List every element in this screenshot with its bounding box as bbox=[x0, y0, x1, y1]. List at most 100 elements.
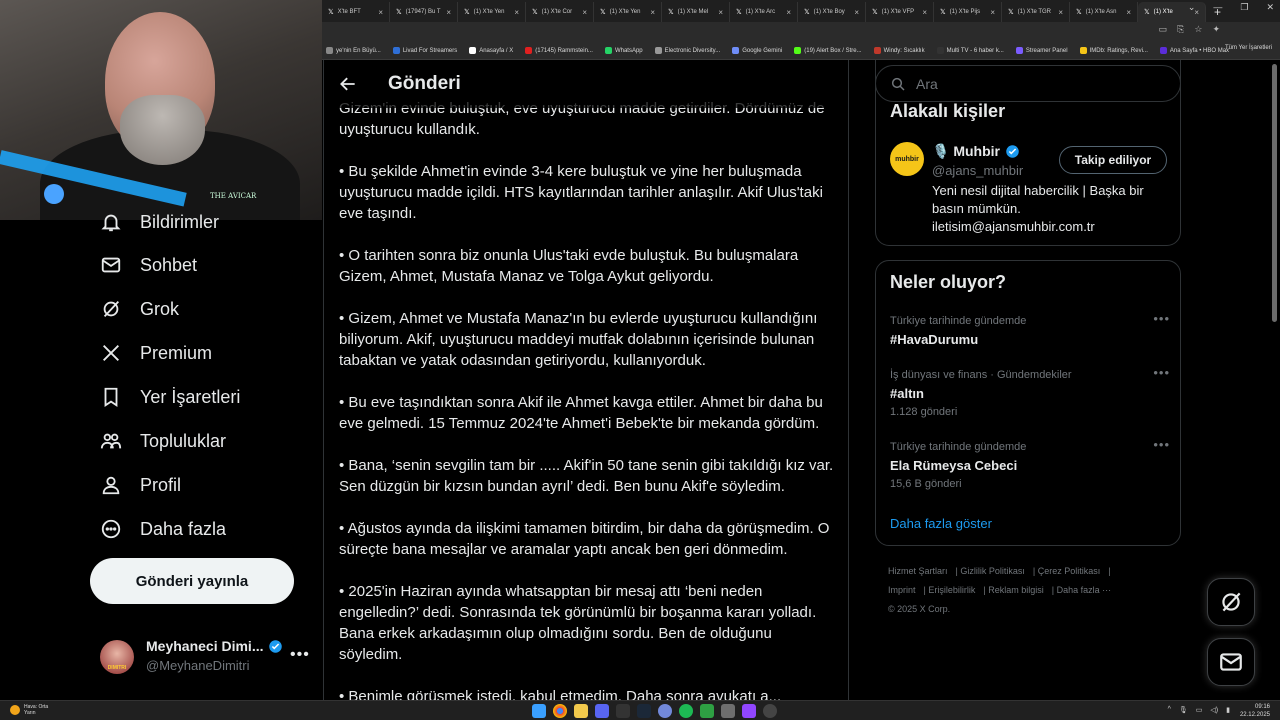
nav-item-grok[interactable]: Grok bbox=[100, 295, 179, 323]
tab-close-icon[interactable]: × bbox=[378, 8, 383, 17]
share-icon[interactable]: ⎘ bbox=[1177, 24, 1184, 35]
related-name-row[interactable]: 🎙️ Muhbir bbox=[932, 143, 1020, 160]
star-icon[interactable]: ☆ bbox=[1194, 24, 1202, 35]
more-dots-icon[interactable]: ••• bbox=[1153, 365, 1170, 380]
browser-tab[interactable]: 𝕏 (1) X'te Cor × bbox=[526, 2, 594, 22]
tab-close-icon[interactable]: × bbox=[1126, 8, 1131, 17]
trend-item[interactable]: İş dünyası ve finans · Gündemdekiler #al… bbox=[890, 365, 1170, 418]
nav-item-chat[interactable]: Sohbet bbox=[100, 251, 197, 279]
tab-close-icon[interactable]: × bbox=[922, 8, 927, 17]
messages-fab-button[interactable] bbox=[1207, 638, 1255, 686]
network-icon[interactable]: ▭ bbox=[1196, 706, 1203, 714]
volume-icon[interactable]: ◁) bbox=[1210, 706, 1218, 714]
footer-link[interactable]: Daha fazla ··· bbox=[1057, 585, 1112, 595]
nav-item-profile[interactable]: Profil bbox=[100, 471, 181, 499]
nav-item-more[interactable]: Daha fazla bbox=[100, 515, 226, 543]
browser-tab[interactable]: 𝕏 (1) X'te Yen × bbox=[458, 2, 526, 22]
close-icon[interactable]: ✕ bbox=[1266, 2, 1274, 13]
browser-tab[interactable]: 𝕏 (1) X'te VFP × bbox=[866, 2, 934, 22]
nav-item-premium[interactable]: Premium bbox=[100, 339, 212, 367]
nav-item-notifications[interactable]: Bildirimler bbox=[100, 208, 219, 236]
bookmark-item[interactable]: Multi TV - 6 haber k... bbox=[936, 47, 1004, 54]
tab-close-icon[interactable]: × bbox=[990, 8, 995, 17]
footer-link[interactable]: Çerez Politikası bbox=[1038, 566, 1101, 576]
tab-close-icon[interactable]: × bbox=[1058, 8, 1063, 17]
show-more-link[interactable]: Daha fazla göster bbox=[890, 516, 992, 531]
bookmark-item[interactable]: ye'nin En Büyü... bbox=[326, 47, 381, 54]
bookmark-item[interactable]: (19) Alert Box / Stre... bbox=[794, 47, 862, 54]
epic-icon[interactable] bbox=[616, 704, 630, 718]
weather-sub: Yarın bbox=[24, 710, 36, 716]
nav-item-communities[interactable]: Topluluklar bbox=[100, 427, 226, 455]
all-bookmarks[interactable]: Tüm Yer İşaretleri bbox=[1225, 45, 1272, 51]
cast-icon[interactable]: ▭ bbox=[1159, 24, 1168, 35]
footer-link[interactable]: Erişilebilirlik bbox=[928, 585, 975, 595]
browser-tab[interactable]: 𝕏 (1) X'te Yen × bbox=[594, 2, 662, 22]
extension-icon[interactable]: ✦ bbox=[1212, 24, 1220, 35]
trend-item[interactable]: Türkiye tarihinde gündemde Ela Rümeysa C… bbox=[890, 437, 1170, 490]
more-dots-icon[interactable]: ••• bbox=[1153, 311, 1170, 326]
date: 22.12.2025 bbox=[1239, 712, 1270, 718]
browser-tab[interactable]: 𝕏 (17947) Bu T × bbox=[390, 2, 458, 22]
footer-link[interactable]: Gizlilik Politikası bbox=[960, 566, 1025, 576]
chrome-icon[interactable] bbox=[553, 704, 567, 718]
browser-tab[interactable]: 𝕏 (1) X'te Pijs × bbox=[934, 2, 1002, 22]
weather-widget[interactable]: Hava: Orta Yarın bbox=[10, 704, 48, 716]
app-icon[interactable] bbox=[700, 704, 714, 718]
tab-close-icon[interactable]: × bbox=[854, 8, 859, 17]
browser-tab[interactable]: 𝕏 (1) X'te Mel × bbox=[662, 2, 730, 22]
tab-close-icon[interactable]: × bbox=[650, 8, 655, 17]
bookmark-item[interactable]: Livad For Streamers bbox=[392, 47, 457, 54]
maximize-icon[interactable]: ❐ bbox=[1240, 2, 1248, 13]
tab-close-icon[interactable]: × bbox=[446, 8, 451, 17]
tab-close-icon[interactable]: × bbox=[786, 8, 791, 17]
tab-close-icon[interactable]: × bbox=[718, 8, 723, 17]
browser-tab[interactable]: 𝕏 (1) X'te Boy × bbox=[798, 2, 866, 22]
explorer-icon[interactable] bbox=[574, 704, 588, 718]
bookmark-item[interactable]: WhatsApp bbox=[604, 47, 643, 54]
nav-item-bookmarks[interactable]: Yer İşaretleri bbox=[100, 383, 240, 411]
app-icon[interactable] bbox=[742, 704, 756, 718]
more-dots-icon[interactable]: ••• bbox=[290, 646, 310, 664]
scrollbar-thumb[interactable] bbox=[1272, 64, 1277, 322]
grok-fab-button[interactable] bbox=[1207, 578, 1255, 626]
app-icon[interactable] bbox=[721, 704, 735, 718]
obs-icon[interactable] bbox=[763, 704, 777, 718]
post-button[interactable]: Gönderi yayınla bbox=[90, 558, 294, 604]
browser-tab[interactable]: 𝕏 (1) X'te Arc × bbox=[730, 2, 798, 22]
bookmark-item[interactable]: Google Gemini bbox=[732, 47, 782, 54]
spotify-icon[interactable] bbox=[679, 704, 693, 718]
bookmark-item[interactable]: Streamer Panel bbox=[1015, 47, 1068, 54]
browser-tab[interactable]: 𝕏 (1) X'te Asn × bbox=[1070, 2, 1138, 22]
bookmark-item[interactable]: Anasayfa / X bbox=[469, 47, 513, 54]
footer-link[interactable]: Hizmet Şartları bbox=[888, 566, 948, 576]
bookmark-item[interactable]: IMDb: Ratings, Revi... bbox=[1079, 47, 1148, 54]
avatar[interactable]: muhbir bbox=[890, 142, 924, 176]
bookmark-item[interactable]: Electronic Diversity... bbox=[654, 47, 720, 54]
battery-icon[interactable]: ▮ bbox=[1226, 706, 1230, 714]
browser-tab[interactable]: 𝕏 X'te BFT × bbox=[322, 2, 390, 22]
time: 09:16 bbox=[1254, 704, 1270, 710]
footer-link[interactable]: Reklam bilgisi bbox=[988, 585, 1044, 595]
bookmark-item[interactable]: (17145) Rammstein... bbox=[525, 47, 593, 54]
account-switcher[interactable]: DIMITRI Meyhaneci Dimi... @MeyhaneDimitr… bbox=[100, 634, 310, 678]
chevron-up-icon[interactable]: ^ bbox=[1168, 706, 1171, 714]
tab-close-icon[interactable]: × bbox=[582, 8, 587, 17]
footer-link[interactable]: Imprint bbox=[888, 585, 916, 595]
back-arrow-icon[interactable] bbox=[338, 74, 358, 94]
steam-icon[interactable] bbox=[637, 704, 651, 718]
discord-icon[interactable] bbox=[595, 704, 609, 718]
tab-close-icon[interactable]: × bbox=[514, 8, 519, 17]
bookmark-item[interactable]: Windy: Sıcaklık bbox=[873, 47, 925, 54]
following-button[interactable]: Takip ediliyor bbox=[1059, 146, 1167, 174]
dropdown-icon[interactable]: ⌄ bbox=[1188, 2, 1196, 13]
bookmark-item[interactable]: Ana Sayfa • HBO Max bbox=[1159, 47, 1229, 54]
app-icon[interactable] bbox=[658, 704, 672, 718]
minimize-icon[interactable]: — bbox=[1213, 2, 1222, 13]
more-dots-icon[interactable]: ••• bbox=[1153, 437, 1170, 452]
clock[interactable]: 09:16 22.12.2025 bbox=[1240, 703, 1270, 719]
trend-item[interactable]: Türkiye tarihinde gündemde #HavaDurumu •… bbox=[890, 311, 1170, 347]
mic-icon[interactable]: 🎙 bbox=[1179, 706, 1188, 714]
windows-start-icon[interactable] bbox=[532, 704, 546, 718]
browser-tab[interactable]: 𝕏 (1) X'te TGR × bbox=[1002, 2, 1070, 22]
